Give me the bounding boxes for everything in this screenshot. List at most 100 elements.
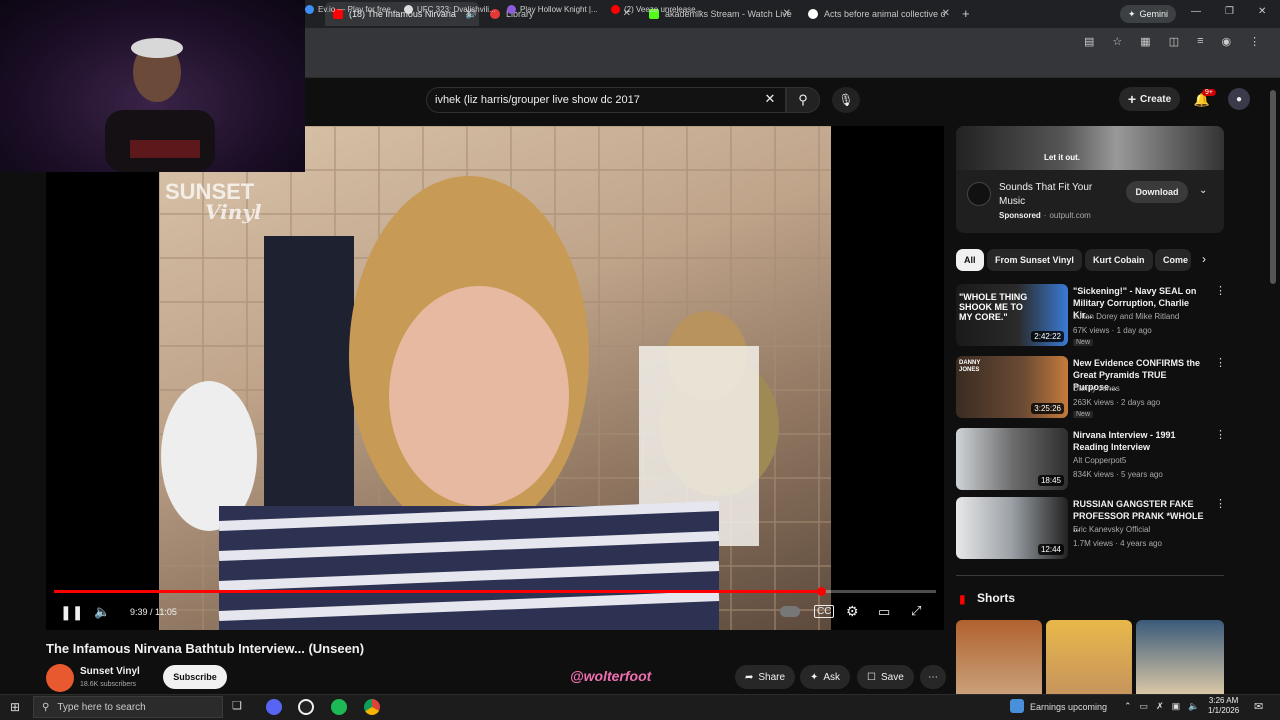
discord-icon[interactable] xyxy=(266,699,282,715)
profile-icon[interactable]: ◉ xyxy=(1222,35,1232,48)
volume-icon[interactable]: 🔈 xyxy=(94,604,110,620)
search-button[interactable]: ⚲ xyxy=(786,87,820,113)
news-widget-icon[interactable] xyxy=(1010,699,1024,713)
ad-banner: Let it out. xyxy=(956,126,1224,170)
maximize-icon[interactable]: ❐ xyxy=(1225,6,1234,17)
ad-title[interactable]: Sounds That Fit Your Music xyxy=(999,181,1109,209)
section-divider xyxy=(956,575,1224,576)
channel-watermark: SUNSET Vinyl xyxy=(165,179,262,224)
obs-icon[interactable] xyxy=(298,699,314,715)
subscriber-count: 18.6K subscribers xyxy=(80,681,137,688)
rec-channel: Danny Jones xyxy=(1073,384,1120,393)
translate-icon[interactable]: ≡ xyxy=(1197,35,1203,48)
bookmark-veeze[interactable]: (2) Veeze unrelease... xyxy=(611,5,702,14)
plus-icon: + xyxy=(1127,91,1137,107)
subscribe-button[interactable]: Subscribe xyxy=(163,665,227,689)
share-icon: ➦ xyxy=(745,671,754,683)
clear-search-icon[interactable]: ✕ xyxy=(762,90,778,108)
chip-come[interactable]: Come xyxy=(1155,249,1191,271)
notification-center-icon[interactable]: ✉ xyxy=(1254,700,1263,713)
recommended-video[interactable]: 12:44 RUSSIAN GANGSTER FAKE PROFESSOR PR… xyxy=(956,497,1226,559)
sidepanel-icon[interactable]: ◫ xyxy=(1169,35,1179,48)
video-thumbnail: 18:45 xyxy=(956,428,1068,490)
taskbar-widget-text[interactable]: Earnings upcoming xyxy=(1030,702,1107,712)
chip-kurt-cobain[interactable]: Kurt Cobain xyxy=(1085,249,1153,271)
recommended-video[interactable]: DANNY JONES 3:25:26 New Evidence CONFIRM… xyxy=(956,356,1226,418)
shorts-icon: ▮ xyxy=(959,592,966,606)
bookmark-icon xyxy=(305,5,314,14)
kebab-menu-icon[interactable]: ⋮ xyxy=(1215,356,1226,369)
rec-meta: 263K views · 2 days ago xyxy=(1073,398,1161,407)
chevron-right-icon[interactable]: › xyxy=(1202,252,1206,266)
download-button[interactable]: Download xyxy=(1126,181,1188,203)
menu-icon[interactable]: ⋮ xyxy=(1249,35,1260,48)
rec-meta: 1.7M views · 4 years ago xyxy=(1073,539,1162,548)
new-tab-button[interactable]: + xyxy=(962,6,970,21)
taskbar-search-input[interactable]: ⚲ Type here to search xyxy=(33,696,223,718)
autoplay-toggle[interactable] xyxy=(780,606,800,617)
video-thumbnail: "WHOLE THING SHOOK ME TO MY CORE." 2:42:… xyxy=(956,284,1068,346)
kebab-menu-icon[interactable]: ⋮ xyxy=(1215,428,1226,441)
more-actions-button[interactable]: ⋯ xyxy=(920,665,946,689)
create-button[interactable]: + Create xyxy=(1119,87,1180,111)
search-icon: ⚲ xyxy=(798,92,808,107)
progress-bar-fill xyxy=(54,590,822,593)
channel-name[interactable]: Sunset Vinyl xyxy=(80,666,140,677)
windows-start-icon[interactable]: ⊞ xyxy=(10,700,20,714)
search-input[interactable]: ivhek (liz harris/grouper live show dc 2… xyxy=(426,87,786,113)
overlay-handle-text: @wolterfoot xyxy=(570,668,652,684)
short-thumbnail[interactable] xyxy=(1136,620,1224,694)
task-view-icon[interactable]: ❏ xyxy=(232,699,248,715)
save-button[interactable]: ☐ Save xyxy=(857,665,914,689)
pause-icon[interactable]: ❚❚ xyxy=(60,604,83,621)
short-thumbnail[interactable] xyxy=(956,620,1042,694)
chevron-down-icon[interactable]: ⌄ xyxy=(1199,185,1207,196)
bookmark-hollow-knight[interactable]: Play Hollow Knight |... xyxy=(507,5,598,14)
close-tab-icon[interactable]: ✕ xyxy=(942,8,950,19)
clock[interactable]: 3:26 AM 1/1/2026 xyxy=(1208,696,1239,716)
gemini-button[interactable]: ✦ Gemini xyxy=(1120,5,1177,23)
extensions-icon[interactable]: ▦ xyxy=(1140,35,1150,48)
rec-title: Nirvana Interview - 1991 Reading Intervi… xyxy=(1073,430,1176,452)
kebab-menu-icon[interactable]: ⋮ xyxy=(1215,284,1226,297)
kebab-menu-icon[interactable]: ⋮ xyxy=(1215,497,1226,510)
sparkle-icon: ✦ xyxy=(1128,8,1136,19)
display-icon[interactable]: ▣ xyxy=(1172,701,1181,712)
ad-sponsored-line: Sponsored · outpult.com xyxy=(999,211,1091,220)
chip-all[interactable]: All xyxy=(956,249,984,271)
battery-icon[interactable]: ▭ xyxy=(1140,701,1149,712)
close-tab-icon[interactable]: ✕ xyxy=(783,8,791,19)
cast-icon[interactable]: ▤ xyxy=(1084,35,1094,48)
tab-acts[interactable]: Acts before animal collective o ✕ xyxy=(800,2,956,26)
spotify-icon[interactable] xyxy=(331,699,347,715)
ask-button[interactable]: ✦ Ask xyxy=(800,665,851,689)
captions-icon[interactable]: CC xyxy=(814,605,835,618)
star-icon[interactable]: ☆ xyxy=(1112,35,1122,48)
streamer-silhouette xyxy=(105,38,215,172)
recommended-video[interactable]: 18:45 Nirvana Interview - 1991 Reading I… xyxy=(956,428,1226,490)
bluetooth-icon[interactable]: ✗ xyxy=(1156,701,1164,712)
settings-gear-icon[interactable]: ⚙ xyxy=(846,603,859,620)
video-title: The Infamous Nirvana Bathtub Interview..… xyxy=(46,641,365,656)
page-scrollbar[interactable] xyxy=(1270,90,1276,284)
fullscreen-icon[interactable]: ⤢ xyxy=(911,603,921,619)
close-window-icon[interactable]: ✕ xyxy=(1258,6,1266,17)
chevron-up-icon[interactable]: ⌃ xyxy=(1124,701,1132,712)
minimize-icon[interactable]: — xyxy=(1191,6,1201,17)
recommended-video[interactable]: "WHOLE THING SHOOK ME TO MY CORE." 2:42:… xyxy=(956,284,1226,346)
system-tray[interactable]: ⌃ ▭ ✗ ▣ 🔈 xyxy=(1124,701,1199,712)
volume-icon[interactable]: 🔈 xyxy=(1188,701,1199,712)
share-button[interactable]: ➦ Share xyxy=(735,665,796,689)
shorts-heading: Shorts xyxy=(977,591,1016,605)
chrome-icon[interactable] xyxy=(364,699,380,715)
bookmark-ufc[interactable]: UFC 323: Dvalishvili... xyxy=(404,5,496,14)
chip-from-sunset-vinyl[interactable]: From Sunset Vinyl xyxy=(987,249,1082,271)
voice-search-icon[interactable]: 🎙 xyxy=(832,87,860,113)
short-thumbnail[interactable] xyxy=(1046,620,1132,694)
theater-mode-icon[interactable]: ▭ xyxy=(878,604,890,620)
new-badge: New xyxy=(1073,339,1094,346)
avatar[interactable]: ● xyxy=(1228,88,1250,110)
globe-icon xyxy=(404,5,413,14)
bookmark-evio[interactable]: Ev.io — Play for free... xyxy=(305,5,397,14)
channel-avatar[interactable] xyxy=(46,664,74,692)
